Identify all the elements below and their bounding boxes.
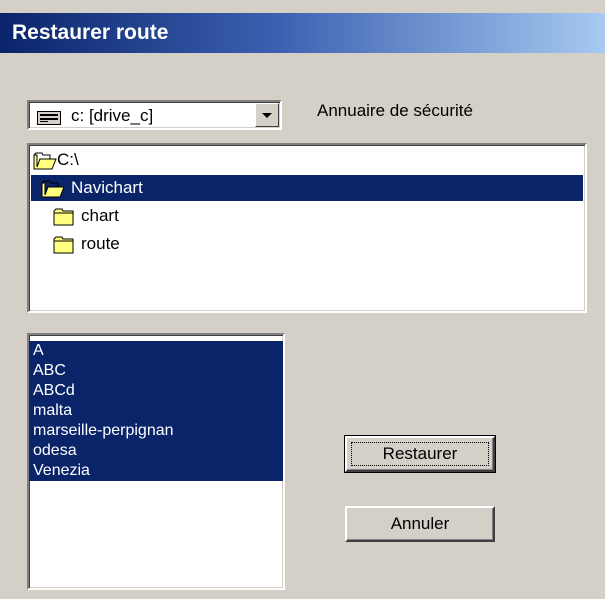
- cancel-button-label: Annuler: [390, 514, 450, 533]
- tree-item-chart[interactable]: chart: [31, 203, 583, 229]
- tree-item-label: Navichart: [71, 178, 143, 197]
- folder-icon: [53, 236, 75, 262]
- list-item[interactable]: ABCd: [29, 381, 283, 401]
- drive-dropdown-button[interactable]: [255, 103, 279, 127]
- list-item[interactable]: Venezia: [29, 461, 283, 481]
- list-item[interactable]: marseille-perpignan: [29, 421, 283, 441]
- window-title: Restaurer route: [12, 21, 169, 44]
- route-file-list[interactable]: A ABC ABCd malta marseille-perpignan ode…: [27, 333, 285, 590]
- tree-item-label: C:\: [57, 150, 79, 169]
- tree-item-route[interactable]: route: [31, 231, 583, 257]
- tree-item-navichart[interactable]: Navichart: [31, 175, 583, 201]
- drive-select-value: c: [drive_c]: [71, 106, 154, 125]
- directory-tree[interactable]: C:\ Navichart chart route: [27, 143, 587, 313]
- security-directory-label: Annuaire de sécurité: [317, 101, 473, 120]
- list-item[interactable]: malta: [29, 401, 283, 421]
- restore-button[interactable]: Restaurer: [344, 435, 496, 473]
- drive-select[interactable]: c: [drive_c]: [27, 100, 282, 130]
- chevron-down-icon: [262, 113, 272, 118]
- list-item[interactable]: odesa: [29, 441, 283, 461]
- focus-rect: [351, 442, 489, 466]
- list-item[interactable]: ABC: [29, 361, 283, 381]
- drive-icon: [37, 110, 61, 130]
- tree-item-label: route: [81, 234, 120, 253]
- title-bar[interactable]: Restaurer route: [0, 13, 605, 53]
- cancel-button[interactable]: Annuler: [345, 506, 495, 542]
- list-item[interactable]: A: [29, 341, 283, 361]
- tree-item-label: chart: [81, 206, 119, 225]
- tree-item-root[interactable]: C:\: [31, 147, 583, 173]
